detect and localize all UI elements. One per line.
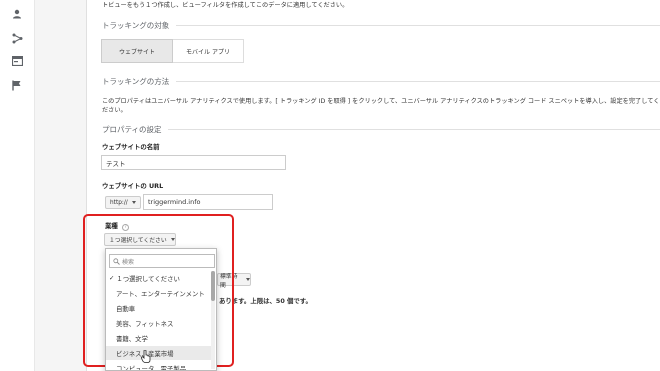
search-icon [113,258,120,265]
chevron-down-icon [131,201,136,204]
industry-option-label: １つ選択してください [116,274,180,283]
hand-cursor-icon [141,349,151,363]
site-name-input[interactable]: テスト [101,155,286,170]
industry-option[interactable]: 美容、フィットネス [106,316,212,330]
tab-mobile-app[interactable]: モバイル アプリ [173,39,244,63]
industry-search-input[interactable]: 検索 [109,254,215,268]
tracking-target-heading: トラッキングの対象 [102,21,170,30]
site-name-label: ウェブサイトの名前 [102,143,160,151]
nav-gutter [35,0,87,371]
left-nav-sidebar [0,0,35,371]
site-url-label: ウェブサイトの URL [102,182,164,190]
search-placeholder: 検索 [122,258,135,266]
tracking-target-tabs: ウェブサイト モバイル アプリ [101,39,244,63]
industry-option[interactable]: アート、エンターテインメント [106,286,212,300]
tracking-method-text-cont: ださい。 [102,107,127,114]
chevron-down-icon [246,278,250,281]
industry-option[interactable]: ビジネス、産業市場 [106,346,212,360]
divider [168,129,660,130]
divider [176,25,660,26]
dropdown-scrollbar-thumb[interactable] [211,271,215,301]
flag-icon[interactable] [11,79,23,91]
industry-option[interactable]: コンピュータ、電子製品 [106,361,212,371]
tab-website[interactable]: ウェブサイト [101,39,173,63]
checkmark-icon: ✓ [109,274,115,282]
industry-option[interactable]: ✓ １つ選択してください [106,271,212,285]
site-url-input[interactable]: triggermind.info [143,194,273,210]
acquisition-icon[interactable] [11,32,23,44]
tracking-method-heading: トラッキングの方法 [102,77,170,86]
industry-option[interactable]: 書籍、文学 [106,331,212,345]
intro-text: トビューをもう１つ作成し、ビューフィルタを作成してこのデータに適用してください。 [102,2,349,9]
behavior-icon[interactable] [11,55,23,67]
industry-dropdown-menu: 検索 ✓ １つ選択してください アート、エンターテインメント 自動車 美容、フィッ… [105,248,217,371]
industry-option[interactable]: 自動車 [106,301,212,315]
protocol-value: http:// [110,199,128,206]
divider [176,81,660,82]
protocol-select[interactable]: http:// [105,196,141,209]
person-icon[interactable] [11,8,23,20]
property-settings-heading: プロパティの設定 [102,125,162,134]
tracking-method-text: このプロパティはユニバーサル アナリティクスで使用します。[ トラッキング ID… [102,98,660,105]
